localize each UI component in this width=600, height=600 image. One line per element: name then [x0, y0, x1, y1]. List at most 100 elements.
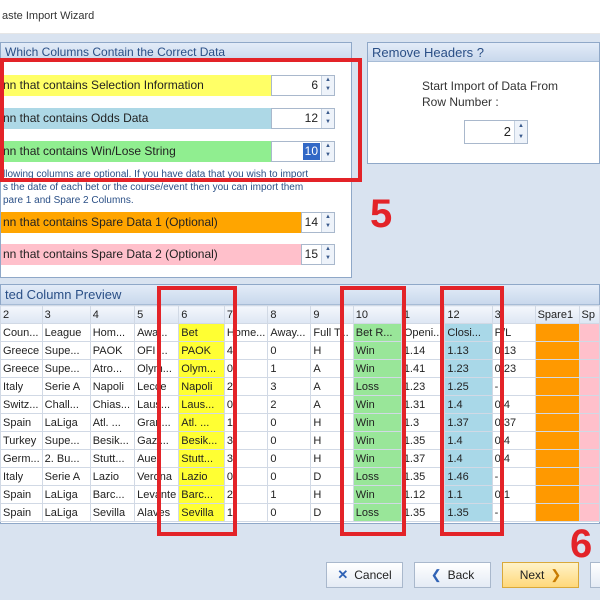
table-cell[interactable]: Besik... — [89, 431, 136, 450]
table-cell[interactable]: Spain — [0, 413, 43, 432]
table-cell[interactable] — [578, 431, 600, 450]
table-cell[interactable]: Greece — [0, 359, 43, 378]
finish-button-partial[interactable] — [590, 562, 600, 588]
table-cell[interactable]: 1.23 — [400, 377, 446, 396]
table-cell[interactable] — [578, 467, 600, 486]
table-row[interactable]: Spain LaLiga Atl. ... Gran... Atl. ... 1 0 H Win… — [0, 413, 600, 432]
table-cell[interactable]: Serie A — [41, 467, 91, 486]
stepper-buttons[interactable]: ▲ ▼ — [321, 213, 334, 232]
stepper-up-icon[interactable]: ▲ — [322, 245, 334, 254]
table-cell[interactable]: Supe... — [41, 341, 91, 360]
table-cell[interactable]: Italy — [0, 377, 43, 396]
start-row-stepper[interactable]: 2 ▲ ▼ — [464, 120, 528, 144]
table-cell[interactable] — [534, 503, 580, 522]
table-row[interactable]: Coun... League Hom... Awa... Bet Home... Away.… — [0, 323, 600, 342]
table-cell[interactable] — [534, 377, 580, 396]
table-cell[interactable]: 0 — [267, 503, 312, 522]
stepper-buttons[interactable]: ▲ ▼ — [514, 121, 527, 143]
table-cell[interactable]: LaLiga — [41, 485, 91, 504]
table-cell[interactable] — [534, 413, 580, 432]
table-cell[interactable]: Spain — [0, 485, 43, 504]
table-cell[interactable]: 0 — [267, 449, 312, 468]
table-cell[interactable] — [534, 341, 580, 360]
col-header[interactable]: Spare1 — [534, 305, 580, 324]
spare1-column-stepper[interactable]: 14 ▲ ▼ — [301, 212, 335, 233]
table-cell[interactable] — [578, 341, 600, 360]
table-cell[interactable]: LaLiga — [41, 503, 91, 522]
table-cell[interactable] — [578, 413, 600, 432]
table-cell[interactable]: 1.14 — [400, 341, 446, 360]
table-row[interactable]: Switz... Chall... Chias... Laus... Laus... 0 2… — [0, 395, 600, 414]
table-row[interactable]: Italy Serie A Napoli Lecce Napoli 2 3 A Loss 1.23… — [0, 377, 600, 396]
table-cell[interactable]: 1.3 — [400, 413, 446, 432]
stepper-up-icon[interactable]: ▲ — [322, 213, 334, 222]
table-cell[interactable]: 1 — [267, 485, 312, 504]
table-cell[interactable]: Openi... — [400, 323, 446, 342]
table-cell[interactable]: League — [41, 323, 91, 342]
table-cell[interactable]: 1.37 — [400, 449, 446, 468]
table-row[interactable]: Greece Supe... Atro... Olym... Olym... 0 1 A Win… — [0, 359, 600, 378]
table-cell[interactable]: 1.12 — [400, 485, 446, 504]
table-cell[interactable] — [578, 395, 600, 414]
col-header[interactable]: 8 — [267, 305, 312, 324]
col-header[interactable]: 3 — [41, 305, 91, 324]
cancel-button[interactable]: ✕ Cancel — [326, 562, 403, 588]
table-cell[interactable]: Coun... — [0, 323, 43, 342]
table-cell[interactable] — [578, 503, 600, 522]
stepper-buttons[interactable]: ▲ ▼ — [321, 245, 334, 264]
table-row[interactable]: Greece Supe... PAOK OFI ... PAOK 4 0 H Win 1.14 1.… — [0, 341, 600, 360]
table-cell[interactable]: Switz... — [0, 395, 43, 414]
table-cell[interactable] — [578, 359, 600, 378]
table-cell[interactable] — [534, 359, 580, 378]
table-cell[interactable]: Italy — [0, 467, 43, 486]
back-button[interactable]: ❮ Back — [414, 562, 491, 588]
table-cell[interactable]: Napoli — [89, 377, 136, 396]
table-row[interactable]: Germ... 2. Bu... Stutt... Aue Stutt... 3 0 H Win… — [0, 449, 600, 468]
table-cell[interactable]: Supe... — [41, 431, 91, 450]
table-cell[interactable]: 0 — [267, 413, 312, 432]
table-cell[interactable]: Barc... — [89, 485, 136, 504]
table-row[interactable]: Turkey Supe... Besik... Gazi... Besik... 3 0 H W… — [0, 431, 600, 450]
next-button[interactable]: Next ❯ — [502, 562, 579, 588]
table-cell[interactable]: Spain — [0, 503, 43, 522]
spare2-column-stepper[interactable]: 15 ▲ ▼ — [301, 244, 335, 265]
table-cell[interactable]: PAOK — [89, 341, 136, 360]
table-cell[interactable] — [578, 323, 600, 342]
table-cell[interactable]: 1.35 — [400, 431, 446, 450]
table-cell[interactable]: 0 — [267, 341, 312, 360]
table-cell[interactable]: Sevilla — [89, 503, 136, 522]
table-cell[interactable] — [578, 449, 600, 468]
table-cell[interactable]: 2 — [267, 395, 312, 414]
col-header[interactable]: 1 — [400, 305, 446, 324]
table-cell[interactable]: 1 — [267, 359, 312, 378]
table-cell[interactable]: Supe... — [41, 359, 91, 378]
table-cell[interactable]: Germ... — [0, 449, 43, 468]
table-row[interactable]: Spain LaLiga Barc... Levante Barc... 2 1 H Win 1.… — [0, 485, 600, 504]
table-cell[interactable]: Hom... — [89, 323, 136, 342]
table-cell[interactable]: Away... — [267, 323, 312, 342]
table-cell[interactable]: Turkey — [0, 431, 43, 450]
table-cell[interactable] — [534, 449, 580, 468]
table-cell[interactable]: 0 — [267, 431, 312, 450]
col-header[interactable]: 2 — [0, 305, 43, 324]
table-row[interactable]: Spain LaLiga Sevilla Alaves Sevilla 1 0 D Loss 1.… — [0, 503, 600, 522]
col-header[interactable]: 4 — [89, 305, 136, 324]
table-cell[interactable]: Serie A — [41, 377, 91, 396]
table-cell[interactable]: Atro... — [89, 359, 136, 378]
table-row[interactable]: Italy Serie A Lazio Verona Lazio 0 0 D Loss 1.35 1… — [0, 467, 600, 486]
table-cell[interactable] — [578, 377, 600, 396]
table-cell[interactable]: Chias... — [89, 395, 136, 414]
table-cell[interactable]: Stutt... — [89, 449, 136, 468]
stepper-down-icon[interactable]: ▼ — [322, 222, 334, 231]
table-cell[interactable] — [534, 395, 580, 414]
table-cell[interactable]: 1.35 — [400, 467, 446, 486]
table-cell[interactable] — [578, 485, 600, 504]
table-cell[interactable] — [534, 323, 580, 342]
table-cell[interactable]: LaLiga — [41, 413, 91, 432]
table-cell[interactable]: 1.35 — [400, 503, 446, 522]
table-cell[interactable]: 3 — [267, 377, 312, 396]
table-cell[interactable]: Lazio — [89, 467, 136, 486]
table-cell[interactable] — [534, 467, 580, 486]
table-cell[interactable] — [534, 431, 580, 450]
table-cell[interactable]: 1.31 — [400, 395, 446, 414]
